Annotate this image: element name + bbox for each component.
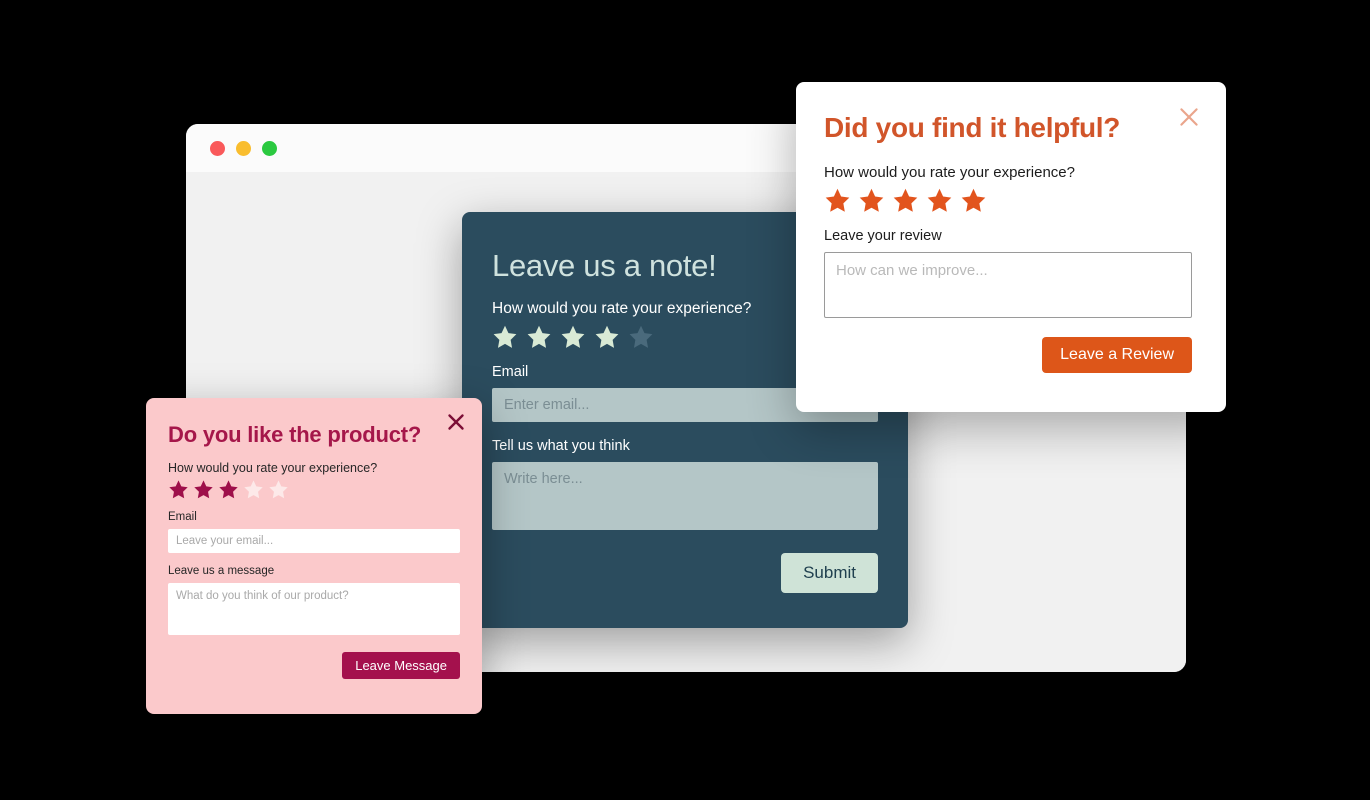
star-icon-1[interactable] xyxy=(492,324,518,350)
star-icon-2[interactable] xyxy=(193,479,214,500)
star-icon-5[interactable] xyxy=(268,479,289,500)
star-icon-3[interactable] xyxy=(218,479,239,500)
teal-button-row: Submit xyxy=(492,553,878,593)
pink-rating-question: How would you rate your experience? xyxy=(168,461,378,475)
pink-star-rating[interactable] xyxy=(168,479,460,500)
star-icon-1[interactable] xyxy=(168,479,189,500)
window-close-dot[interactable] xyxy=(210,140,225,156)
white-review-textarea[interactable] xyxy=(824,252,1192,318)
white-modal-title: Did you find it helpful? xyxy=(824,112,1121,143)
white-review-label: Leave your review xyxy=(824,228,942,244)
pink-message-textarea[interactable] xyxy=(168,583,460,635)
star-icon-2[interactable] xyxy=(526,324,552,350)
teal-message-textarea[interactable] xyxy=(492,462,878,530)
star-icon-4[interactable] xyxy=(926,187,953,214)
close-icon[interactable] xyxy=(444,410,468,434)
window-minimize-dot[interactable] xyxy=(236,140,251,156)
teal-message-label: Tell us what you think xyxy=(492,438,630,454)
pink-button-row: Leave Message xyxy=(168,652,460,679)
pink-modal-title: Do you like the product? xyxy=(168,422,422,447)
pink-message-label: Leave us a message xyxy=(168,565,275,577)
leave-review-button[interactable]: Leave a Review xyxy=(1042,337,1192,373)
star-icon-1[interactable] xyxy=(824,187,851,214)
white-button-row: Leave a Review xyxy=(824,337,1192,373)
white-star-rating[interactable] xyxy=(824,187,1192,214)
window-maximize-dot[interactable] xyxy=(262,140,277,156)
pink-email-input[interactable] xyxy=(168,529,460,553)
white-rating-question: How would you rate your experience? xyxy=(824,164,1075,181)
star-icon-3[interactable] xyxy=(560,324,586,350)
star-icon-3[interactable] xyxy=(892,187,919,214)
screenshot-stage: Leave us a note! How would you rate your… xyxy=(0,0,1370,800)
star-icon-5[interactable] xyxy=(960,187,987,214)
star-icon-4[interactable] xyxy=(243,479,264,500)
star-icon-5[interactable] xyxy=(628,324,654,350)
pink-email-label: Email xyxy=(168,511,197,523)
feedback-modal-white: Did you find it helpful? How would you r… xyxy=(796,82,1226,412)
teal-submit-button[interactable]: Submit xyxy=(781,553,878,593)
close-icon[interactable] xyxy=(1176,104,1202,130)
leave-message-button[interactable]: Leave Message xyxy=(342,652,460,679)
feedback-modal-pink: Do you like the product? How would you r… xyxy=(146,398,482,714)
star-icon-2[interactable] xyxy=(858,187,885,214)
star-icon-4[interactable] xyxy=(594,324,620,350)
